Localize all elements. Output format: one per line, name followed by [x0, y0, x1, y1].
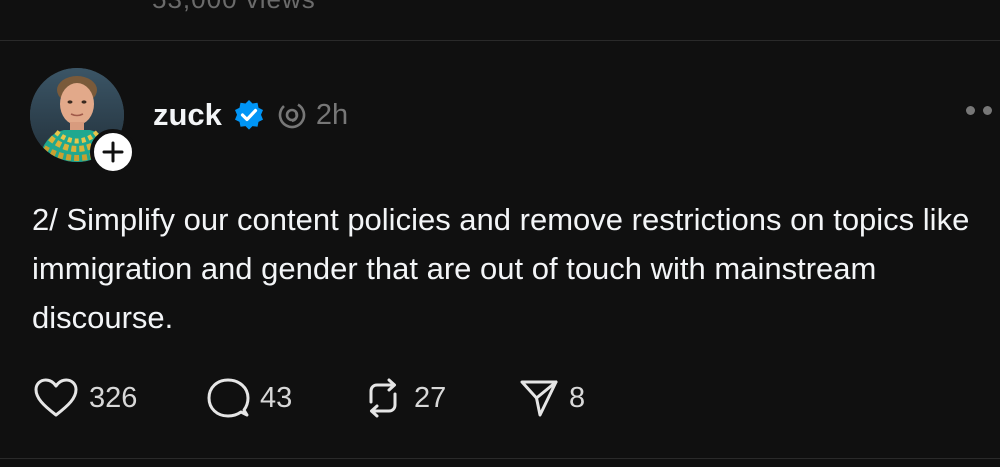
username[interactable]: zuck	[153, 97, 222, 133]
reply-count: 43	[260, 381, 293, 414]
more-dots-icon	[966, 106, 975, 115]
repost-button[interactable]: 27	[362, 377, 519, 419]
post-text: 2/ Simplify our content policies and rem…	[32, 202, 970, 335]
previous-post-views: 53,000 views	[152, 0, 316, 15]
post-actions: 326 43 27 8	[33, 376, 585, 420]
share-button[interactable]: 8	[519, 378, 585, 418]
more-options-button[interactable]	[966, 106, 992, 115]
top-divider	[0, 40, 1000, 41]
more-dots-icon	[983, 106, 992, 115]
like-button[interactable]: 326	[33, 377, 206, 419]
threads-icon	[276, 99, 308, 131]
avatar-container[interactable]	[30, 68, 136, 175]
like-count: 326	[89, 381, 138, 414]
share-count: 8	[569, 381, 586, 414]
post-header: zuck 2h	[153, 92, 348, 138]
repost-count: 27	[414, 381, 447, 414]
comment-icon	[207, 378, 250, 418]
plus-icon	[102, 141, 124, 163]
follow-button[interactable]	[90, 129, 136, 175]
heart-icon	[34, 378, 78, 417]
send-icon	[520, 380, 558, 417]
reply-button[interactable]: 43	[206, 377, 362, 419]
post-time: 2h	[315, 98, 349, 131]
verified-badge-icon	[232, 98, 266, 132]
repost-icon	[369, 378, 397, 418]
bottom-divider	[0, 458, 1000, 459]
